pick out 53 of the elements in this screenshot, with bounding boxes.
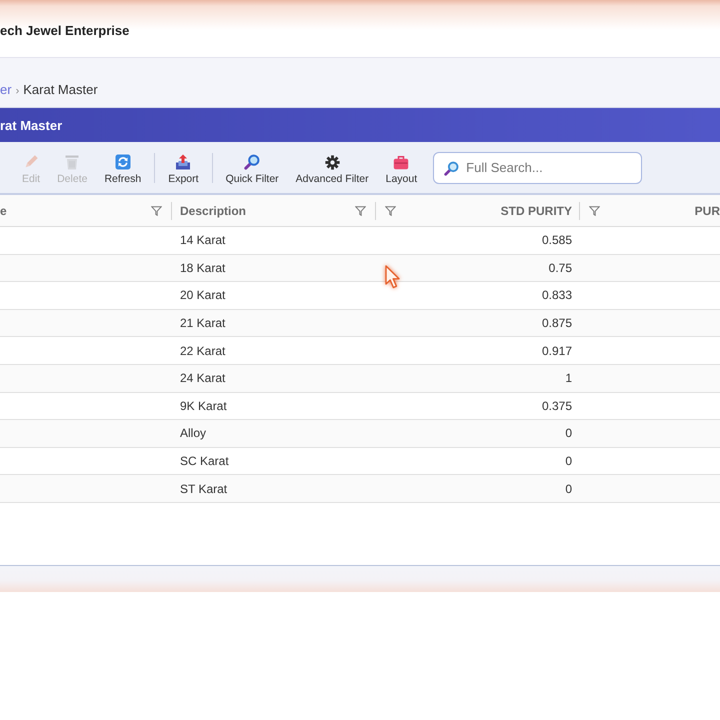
table-cell: 0 — [565, 426, 572, 440]
app-title: ech Jewel Enterprise — [0, 22, 130, 38]
table-cell: Alloy — [180, 426, 206, 440]
table-cell: 0.375 — [542, 398, 572, 413]
table-cell: 0 — [565, 482, 572, 496]
table-cell: 9K Karat — [180, 398, 227, 413]
toolbar-button[interactable]: Export — [162, 150, 205, 184]
table-cell: 0.875 — [542, 316, 572, 330]
table-row[interactable]: 24 Karat 1 — [0, 364, 720, 393]
table-cell: 0.585 — [542, 233, 572, 248]
table-cell: ST Karat — [180, 482, 228, 496]
table-cell: 21 Karat — [180, 316, 226, 330]
table-cell: 0 — [565, 454, 572, 468]
table-cell: 24 Karat — [180, 371, 226, 386]
table-row[interactable]: 18 Karat 0.75 — [0, 254, 720, 282]
toolbar-button[interactable]: Advanced Filter — [290, 150, 375, 184]
breadcrumb-separator: › — [16, 85, 20, 97]
magnifier-icon — [244, 154, 260, 170]
refresh-icon — [114, 154, 131, 170]
table-cell: 0.917 — [542, 344, 572, 358]
table-cell: SC Karat — [180, 454, 229, 468]
table-cell: 14 Karat — [180, 233, 226, 248]
pencil-icon — [23, 154, 40, 170]
gear-icon — [324, 154, 340, 170]
column-header[interactable]: STD PURITY — [500, 204, 572, 218]
table-cell: 20 Karat — [180, 288, 226, 302]
table-row[interactable]: 21 Karat 0.875 — [0, 310, 720, 338]
filter-icon[interactable] — [589, 206, 600, 216]
table-row[interactable]: Alloy 0 — [0, 420, 720, 448]
toolbar-button[interactable]: Layout — [380, 150, 424, 184]
tray-arrow-icon — [175, 154, 192, 170]
table-row[interactable]: ST Karat 0 — [0, 475, 720, 503]
column-header[interactable]: Description — [180, 204, 246, 218]
trash-icon — [64, 154, 80, 170]
panel-title: rat Master — [0, 118, 62, 132]
filter-icon[interactable] — [355, 206, 366, 216]
toolbar-button[interactable]: Refresh — [98, 150, 148, 184]
breadcrumb-current: Karat Master — [23, 82, 98, 97]
table-cell: 22 Karat — [180, 344, 226, 358]
table-cell: 18 Karat — [180, 260, 226, 275]
search-field[interactable]: Full Search... — [433, 152, 642, 184]
table-cell: 0.75 — [548, 260, 572, 275]
search-icon — [444, 160, 460, 176]
column-header[interactable]: e — [0, 204, 7, 218]
table-cell: 1 — [565, 371, 572, 386]
column-header[interactable]: PUR — [694, 204, 720, 218]
cursor-icon — [385, 265, 401, 289]
toolbar-button[interactable]: Quick Filter — [220, 150, 285, 184]
briefcase-icon — [393, 154, 410, 170]
filter-icon[interactable] — [385, 206, 396, 216]
filter-icon[interactable] — [151, 206, 162, 216]
table-cell: 0.833 — [542, 288, 572, 302]
breadcrumb-link[interactable]: er — [0, 82, 12, 97]
